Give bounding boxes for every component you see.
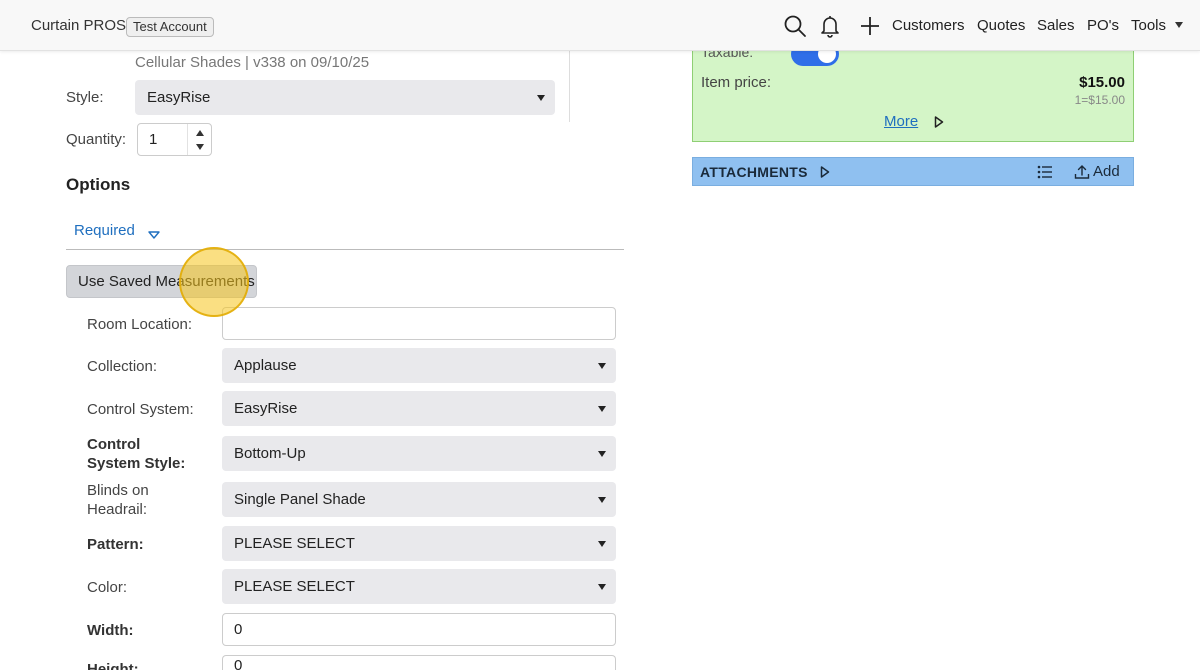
- color-select[interactable]: PLEASE SELECT: [222, 569, 616, 604]
- chevron-up-icon[interactable]: [196, 130, 204, 136]
- item-price-value: $15.00: [1079, 74, 1125, 91]
- chevron-down-icon: [598, 497, 606, 503]
- room-location-input[interactable]: [222, 307, 616, 340]
- control-system-label: Control System:: [87, 401, 194, 418]
- style-value: EasyRise: [147, 89, 211, 106]
- quantity-label: Quantity:: [66, 131, 127, 148]
- brand-name[interactable]: Curtain PROS: [31, 17, 126, 34]
- search-icon[interactable]: [782, 13, 808, 39]
- chevron-down-icon: [598, 363, 606, 369]
- more-link[interactable]: More: [884, 113, 918, 130]
- control-system-style-select[interactable]: Bottom-Up: [222, 436, 616, 471]
- quantity-stepper[interactable]: 1: [137, 123, 212, 156]
- top-navbar: Curtain PROS Test Account Customers Quot…: [0, 0, 1200, 51]
- chevron-down-icon: [598, 584, 606, 590]
- pricing-panel: Taxable: Item price: $15.00 1=$15.00 Mor…: [692, 40, 1134, 142]
- plus-icon[interactable]: [857, 13, 883, 39]
- control-system-value: EasyRise: [234, 400, 298, 417]
- add-label: Add: [1093, 163, 1120, 180]
- collection-value: Applause: [234, 357, 297, 374]
- nav-customers[interactable]: Customers: [892, 17, 965, 34]
- chevron-down-icon[interactable]: [196, 144, 204, 150]
- style-select[interactable]: EasyRise: [135, 80, 555, 115]
- style-label: Style:: [66, 89, 104, 106]
- nav-sales[interactable]: Sales: [1037, 17, 1075, 34]
- width-input[interactable]: 0: [222, 613, 616, 646]
- collection-select[interactable]: Applause: [222, 348, 616, 383]
- control-system-select[interactable]: EasyRise: [222, 391, 616, 426]
- tab-required[interactable]: Required: [74, 222, 135, 239]
- list-icon[interactable]: [1037, 165, 1053, 184]
- color-value: PLEASE SELECT: [234, 578, 355, 595]
- room-location-label: Room Location:: [87, 316, 193, 333]
- pattern-select[interactable]: PLEASE SELECT: [222, 526, 616, 561]
- pattern-label: Pattern:: [87, 536, 144, 553]
- blinds-on-headrail-value: Single Panel Shade: [234, 491, 366, 508]
- blinds-on-headrail-select[interactable]: Single Panel Shade: [222, 482, 616, 517]
- chevron-down-icon[interactable]: [1175, 22, 1183, 28]
- account-badge: Test Account: [126, 17, 214, 37]
- chevron-down-icon[interactable]: [148, 227, 160, 245]
- color-label: Color:: [87, 579, 128, 596]
- bell-icon[interactable]: [817, 13, 843, 39]
- label-line: Blinds on: [87, 482, 149, 499]
- blinds-on-headrail-label: Blinds on Headrail:: [87, 481, 149, 519]
- chevron-down-icon: [598, 451, 606, 457]
- height-input[interactable]: 0: [222, 655, 616, 670]
- add-attachment-button[interactable]: Add: [1074, 163, 1120, 180]
- item-price-label: Item price:: [701, 74, 772, 91]
- control-system-style-label: Control System Style:: [87, 435, 185, 473]
- chevron-down-icon: [598, 406, 606, 412]
- unit-price: 1=$15.00: [1074, 93, 1125, 107]
- options-heading: Options: [66, 175, 131, 194]
- caret-right-icon[interactable]: [934, 115, 944, 133]
- label-line: Control: [87, 436, 141, 453]
- nav-quotes[interactable]: Quotes: [977, 17, 1025, 34]
- control-system-style-value: Bottom-Up: [234, 445, 306, 462]
- divider: [569, 51, 570, 122]
- label-line: Headrail:: [87, 501, 148, 518]
- nav-pos[interactable]: PO's: [1087, 17, 1119, 34]
- label-line: System Style:: [87, 455, 186, 472]
- width-label: Width:: [87, 622, 134, 639]
- caret-right-icon[interactable]: [820, 165, 830, 183]
- upload-icon: [1074, 164, 1090, 179]
- attachments-title[interactable]: ATTACHMENTS: [700, 164, 808, 180]
- nav-tools[interactable]: Tools: [1131, 17, 1166, 34]
- product-meta: Cellular Shades | v338 on 09/10/25: [135, 54, 370, 71]
- divider: [66, 249, 624, 250]
- collection-label: Collection:: [87, 358, 158, 375]
- quantity-value: 1: [149, 131, 158, 148]
- height-label: Height:: [87, 661, 139, 670]
- attachments-bar: ATTACHMENTS Add: [692, 157, 1134, 186]
- pattern-value: PLEASE SELECT: [234, 535, 355, 552]
- click-indicator: [179, 247, 249, 317]
- chevron-down-icon: [537, 95, 545, 101]
- chevron-down-icon: [598, 541, 606, 547]
